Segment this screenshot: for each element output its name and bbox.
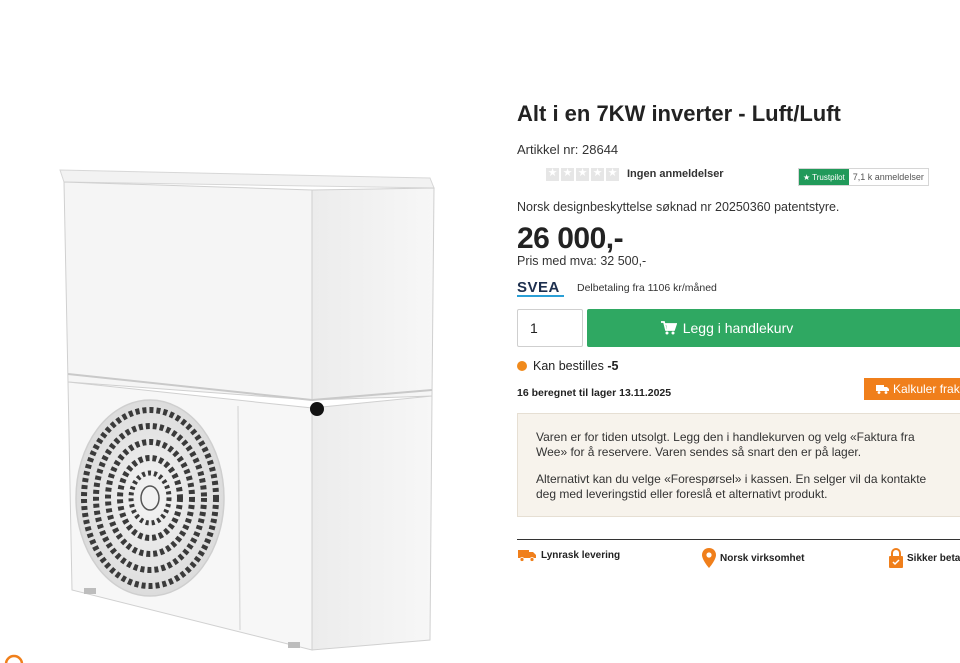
star-icon — [561, 166, 574, 181]
svea-logo: SVEA — [517, 279, 564, 297]
design-protection-note: Norsk designbeskyttelse søknad nr 202503… — [517, 200, 840, 214]
divider — [517, 539, 960, 540]
rating-stars[interactable] — [546, 166, 619, 181]
add-to-cart-label: Legg i handlekurv — [682, 320, 794, 336]
usp-label: Norsk virksomhet — [720, 552, 805, 564]
product-image — [50, 160, 450, 660]
calculate-shipping-button[interactable]: Kalkuler frak — [864, 378, 960, 400]
price-with-vat: Pris med mva: 32 500,- — [517, 254, 647, 268]
star-icon — [591, 166, 604, 181]
star-icon — [546, 166, 559, 181]
out-of-stock-notice: Varen er for tiden utsolgt. Legg den i h… — [517, 413, 960, 517]
svg-text:SVEA: SVEA — [517, 279, 560, 296]
stock-status-label: Kan bestilles — [533, 359, 604, 373]
trustpilot-badge: ★ Trustpilot — [799, 169, 849, 185]
quantity-input[interactable] — [517, 309, 583, 347]
lock-icon — [889, 548, 903, 568]
reviews-link[interactable]: Ingen anmeldelser — [627, 168, 724, 180]
article-number: Artikkel nr: 28644 — [517, 142, 619, 157]
star-icon — [576, 166, 589, 181]
installment-text[interactable]: Delbetaling fra 1106 kr/måned — [577, 282, 717, 294]
stock-status-count: -5 — [607, 359, 619, 373]
usp-fast-delivery: Lynrask levering — [517, 548, 620, 562]
stock-status-dot-icon — [517, 361, 527, 371]
product-title: Alt i en 7KW inverter - Luft/Luft — [517, 101, 841, 126]
truck-icon — [876, 385, 889, 394]
spinner-icon — [4, 654, 24, 663]
add-to-cart-button[interactable]: Legg i handlekurv — [587, 309, 960, 347]
product-price: 26 000,- — [517, 222, 624, 255]
usp-label: Lynrask levering — [541, 549, 621, 561]
usp-secure-payment: Sikker betal — [889, 548, 960, 568]
truck-icon — [518, 550, 536, 562]
usp-label: Sikker betal — [907, 552, 960, 564]
trustpilot-review-count: 7,1 k anmeldelser — [852, 172, 924, 182]
notice-paragraph: Varen er for tiden utsolgt. Legg den i h… — [536, 430, 915, 459]
expected-stock-date: 16 beregnet til lager 13.11.2025 — [517, 387, 672, 399]
trustpilot-widget[interactable]: ★ Trustpilot 7,1 k anmeldelser — [798, 168, 929, 186]
cart-icon — [660, 321, 677, 335]
usp-norwegian-company: Norsk virksomhet — [702, 548, 804, 568]
star-icon — [606, 166, 619, 181]
product-info: Alt i en 7KW inverter - Luft/Luft Artikk… — [517, 0, 960, 663]
trustpilot-star-icon: ★ — [803, 172, 811, 182]
notice-paragraph: Alternativt kan du velge «Forespørsel» i… — [536, 472, 927, 501]
stock-status: Kan bestilles -5 — [533, 359, 618, 373]
calculate-shipping-label: Kalkuler frak — [893, 382, 960, 396]
trustpilot-label: Trustpilot — [812, 172, 845, 182]
location-pin-icon — [702, 548, 716, 568]
